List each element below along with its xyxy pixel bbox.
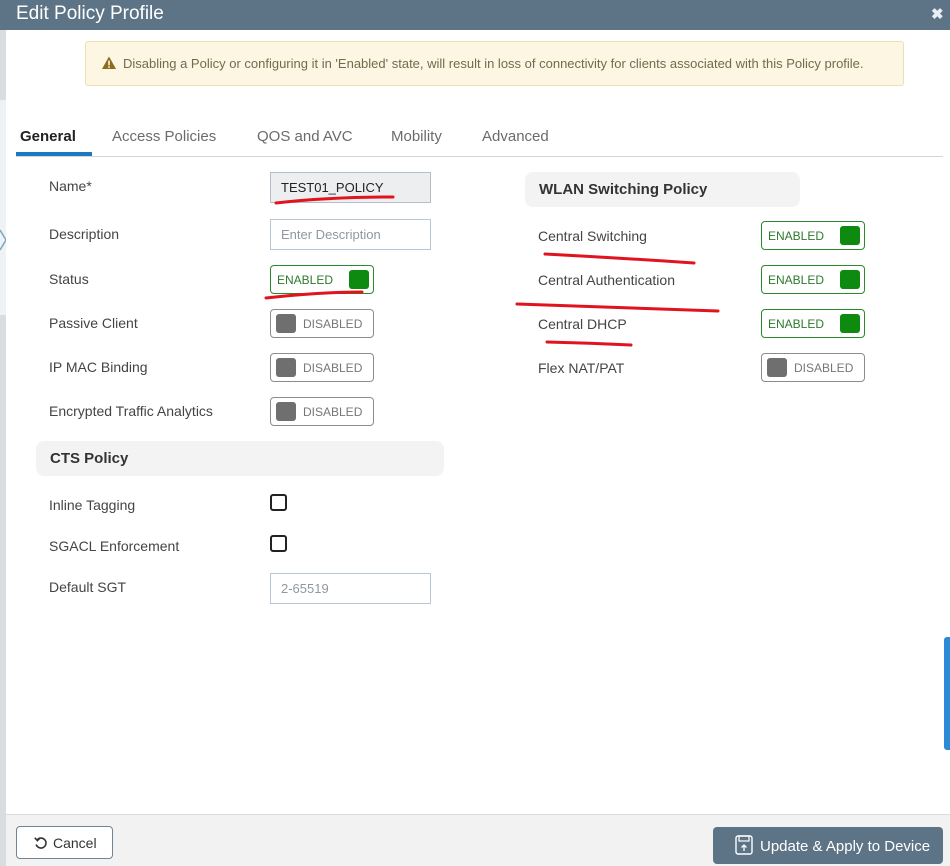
update-apply-button[interactable]: Update & Apply to Device	[713, 827, 943, 864]
ip-mac-binding-label: IP MAC Binding	[49, 359, 148, 375]
toggle-knob	[767, 358, 787, 377]
wlan-switching-policy-title: WLAN Switching Policy	[539, 181, 708, 198]
central-switching-toggle[interactable]: ENABLED	[761, 221, 865, 250]
inline-tagging-checkbox[interactable]	[270, 494, 287, 511]
dialog-title: Edit Policy Profile	[16, 3, 164, 24]
tab-advanced[interactable]: Advanced	[482, 128, 549, 145]
tab-general[interactable]: General	[20, 128, 76, 145]
passive-client-toggle[interactable]: DISABLED	[270, 309, 374, 338]
tab-access-policies[interactable]: Access Policies	[112, 128, 216, 145]
cancel-button[interactable]: Cancel	[16, 826, 113, 859]
inline-tagging-label: Inline Tagging	[49, 497, 136, 513]
ip-mac-binding-toggle-text: DISABLED	[303, 361, 363, 375]
central-authentication-toggle-text: ENABLED	[768, 273, 825, 287]
encrypted-traffic-analytics-toggle-text: DISABLED	[303, 405, 363, 419]
scrollbar-thumb[interactable]	[944, 637, 950, 750]
cts-policy-heading: CTS Policy	[36, 441, 444, 476]
central-dhcp-label: Central DHCP	[538, 316, 627, 332]
passive-client-label: Passive Client	[49, 315, 138, 331]
wlan-switching-policy-heading: WLAN Switching Policy	[525, 172, 800, 207]
ip-mac-binding-toggle[interactable]: DISABLED	[270, 353, 374, 382]
toggle-knob	[349, 270, 369, 289]
toggle-knob	[276, 314, 296, 333]
central-dhcp-toggle-text: ENABLED	[768, 317, 825, 331]
central-dhcp-toggle[interactable]: ENABLED	[761, 309, 865, 338]
status-toggle[interactable]: ENABLED	[270, 265, 374, 294]
toggle-knob	[276, 402, 296, 421]
sgacl-enforcement-checkbox[interactable]	[270, 535, 287, 552]
encrypted-traffic-analytics-toggle[interactable]: DISABLED	[270, 397, 374, 426]
toggle-knob	[840, 270, 860, 289]
default-sgt-label: Default SGT	[49, 579, 127, 595]
description-field[interactable]	[270, 219, 431, 250]
default-sgt-field[interactable]	[270, 573, 431, 604]
warning-icon	[102, 56, 116, 69]
passive-client-toggle-text: DISABLED	[303, 317, 363, 331]
status-label: Status	[49, 271, 89, 287]
update-apply-button-label: Update & Apply to Device	[760, 838, 931, 855]
dialog-titlebar: Edit Policy Profile ✖	[0, 0, 950, 30]
central-authentication-toggle[interactable]: ENABLED	[761, 265, 865, 294]
flex-nat-pat-label: Flex NAT/PAT	[538, 360, 625, 376]
central-authentication-label: Central Authentication	[538, 272, 675, 288]
flex-nat-pat-toggle[interactable]: DISABLED	[761, 353, 865, 382]
toggle-knob	[276, 358, 296, 377]
name-field[interactable]	[270, 172, 431, 203]
name-label: Name*	[49, 178, 92, 194]
central-switching-label: Central Switching	[538, 228, 647, 244]
flex-nat-pat-toggle-text: DISABLED	[794, 361, 854, 375]
save-icon	[735, 835, 753, 855]
central-switching-toggle-text: ENABLED	[768, 229, 825, 243]
toggle-knob	[840, 226, 860, 245]
close-icon[interactable]: ✖	[931, 5, 944, 23]
active-tab-indicator	[16, 152, 92, 156]
undo-icon	[34, 837, 47, 849]
tab-qos-and-avc[interactable]: QOS and AVC	[257, 128, 353, 145]
tab-mobility[interactable]: Mobility	[391, 128, 442, 145]
tab-bar: General Access Policies QOS and AVC Mobi…	[16, 128, 943, 157]
toggle-knob	[840, 314, 860, 333]
cancel-button-label: Cancel	[53, 835, 97, 851]
description-label: Description	[49, 226, 120, 242]
encrypted-traffic-analytics-label: Encrypted Traffic Analytics	[49, 403, 213, 419]
cts-policy-title: CTS Policy	[50, 450, 129, 467]
warning-alert: Disabling a Policy or configuring it in …	[85, 41, 904, 86]
status-toggle-text: ENABLED	[277, 273, 334, 287]
sgacl-enforcement-label: SGACL Enforcement	[49, 538, 180, 554]
alert-text: Disabling a Policy or configuring it in …	[123, 56, 864, 71]
